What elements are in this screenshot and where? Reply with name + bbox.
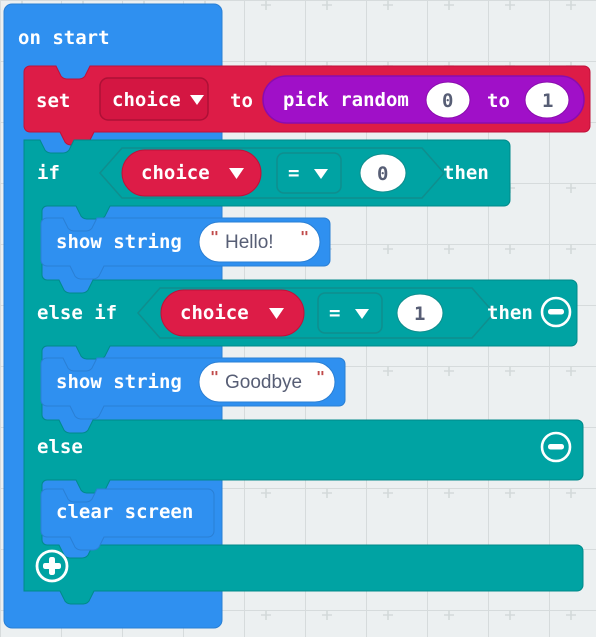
quote-close-goodbye: "	[316, 368, 326, 386]
dropdown-set-variable-choice[interactable]	[99, 77, 209, 121]
value-if-operand: 0	[377, 163, 389, 185]
variable-reporter-else-if-choice[interactable]	[160, 289, 305, 337]
operator-dropdown-if[interactable]	[276, 152, 342, 194]
quote-open-goodbye: "	[210, 368, 220, 386]
value-show-string-1: Hello!	[225, 232, 274, 253]
value-else-if-operand: 1	[414, 303, 426, 325]
value-pick-random-min: 0	[442, 90, 454, 112]
value-show-string-2: Goodbye	[225, 372, 303, 393]
operator-dropdown-else-if[interactable]	[317, 292, 383, 334]
block-editor-canvas[interactable]: on start set choice to pick random 0 to …	[0, 0, 596, 637]
block-pick-random[interactable]	[262, 75, 585, 124]
value-pick-random-max: 1	[542, 90, 554, 112]
quote-open-hello: "	[210, 228, 220, 246]
blocks-layer[interactable]	[0, 0, 596, 637]
quote-close-hello: "	[300, 228, 310, 246]
